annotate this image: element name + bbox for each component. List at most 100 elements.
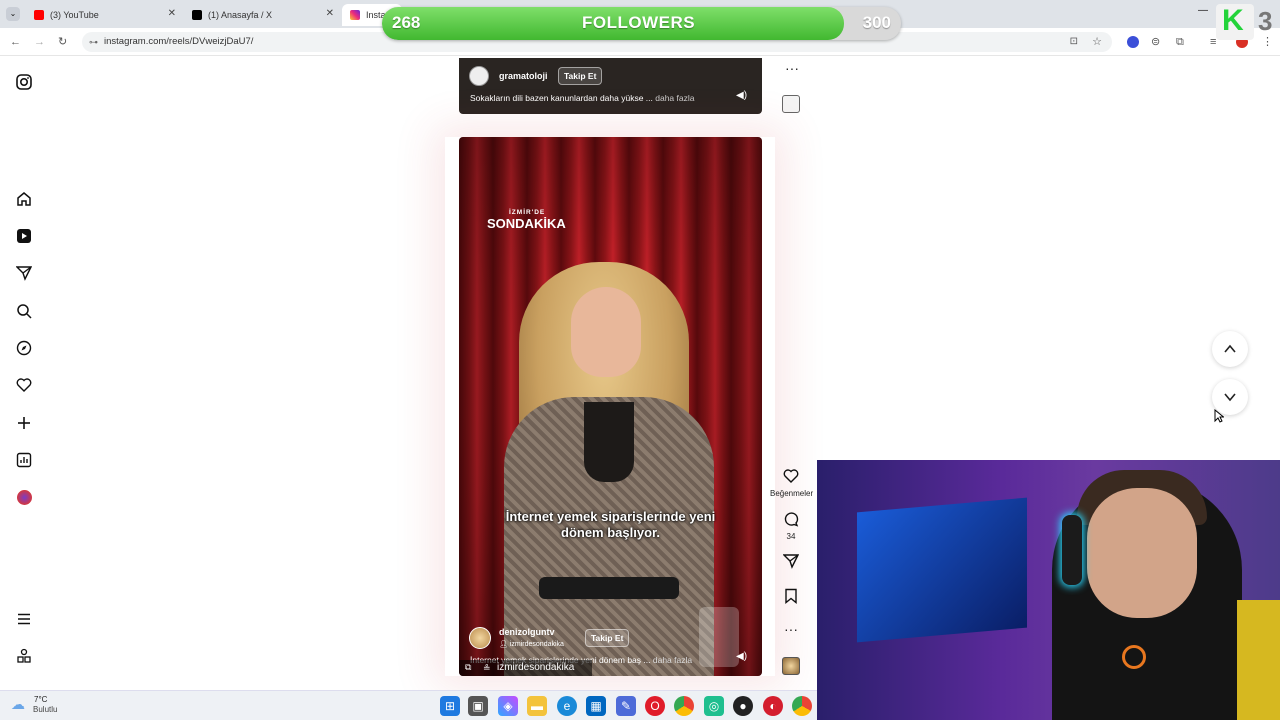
extension-icon[interactable]: ⊜	[1151, 34, 1160, 50]
tag-icon: ⧉	[465, 662, 472, 672]
close-icon[interactable]: ✕	[326, 8, 334, 19]
instagram-logo-icon[interactable]	[15, 73, 33, 91]
weather-desc: Bulutlu	[33, 705, 58, 714]
dashboard-icon[interactable]	[15, 451, 33, 469]
reels-icon[interactable]	[15, 227, 33, 245]
streamer-webcam	[817, 460, 1280, 720]
reload-icon[interactable]: ↻	[58, 34, 67, 50]
tagged-account-bar[interactable]: ⧉ ≗ izmirdesondakika	[459, 660, 592, 676]
reel-caption-text: Sokakların dili bazen kanunlardan daha y…	[470, 93, 653, 103]
stream-logo-badge: K 3	[1216, 4, 1280, 40]
app-icon[interactable]: ◐	[763, 696, 783, 716]
start-windows-icon[interactable]: ⊞	[440, 696, 460, 716]
share-icon	[770, 553, 812, 574]
more-options-icon[interactable]: ···	[785, 60, 799, 76]
tab-x[interactable]: (1) Anasayfa / X ✕	[184, 4, 340, 26]
profile-avatar[interactable]	[15, 488, 33, 506]
reel-card-current[interactable]: İZMİR'DE SONDAKİKA İnternet yemek sipari…	[459, 137, 762, 676]
chrome-icon[interactable]	[674, 696, 694, 716]
site-info-icon[interactable]: ⊶	[89, 32, 98, 52]
back-icon[interactable]: ←	[10, 34, 21, 50]
messages-icon[interactable]	[15, 264, 33, 282]
like-button[interactable]: Beğenmeler	[770, 468, 813, 498]
edge-icon[interactable]: e	[557, 696, 577, 716]
weather-cloud-icon[interactable]: ☁︎	[11, 696, 25, 713]
logo-line1: İZMİR'DE	[509, 209, 546, 216]
reel-card-previous[interactable]: gramatoloji Takip Et Sokakların dili baz…	[459, 58, 762, 114]
file-explorer-icon[interactable]: ▬	[527, 696, 547, 716]
badge-letter: K	[1222, 4, 1244, 37]
tab-youtube[interactable]: (3) YouTube ✕	[26, 4, 182, 26]
windows-taskbar: ☁︎ 7°C Bulutlu ⊞ ▣ ◈ ▬ e ▦ ✎ O ◎ ● ◐	[0, 690, 817, 720]
more-menu-icon[interactable]	[15, 610, 33, 628]
streamer-face	[1087, 488, 1197, 618]
audio-thumbnail[interactable]	[782, 95, 800, 113]
headset	[1062, 515, 1082, 585]
chrome-icon[interactable]	[792, 696, 812, 716]
follow-button[interactable]: Takip Et	[585, 629, 630, 647]
mouse-cursor-icon	[1214, 408, 1225, 428]
home-icon[interactable]	[15, 190, 33, 208]
youtube-icon	[34, 10, 44, 20]
copilot-icon[interactable]: ◈	[498, 696, 518, 716]
bookmark-icon	[770, 588, 812, 609]
reel-author-name[interactable]: denizolguntv	[499, 627, 555, 637]
sound-icon[interactable]: ◀)	[736, 651, 747, 662]
extension-icon[interactable]	[1127, 36, 1139, 48]
follow-button[interactable]: Takip Et	[558, 67, 603, 85]
reel-author-name[interactable]: gramatoloji	[499, 71, 548, 81]
url-text: instagram.com/reels/DVweizjDaU7/	[104, 36, 254, 47]
reel-author-avatar[interactable]	[469, 66, 489, 91]
tab-search-dropdown[interactable]: ⌄	[6, 7, 20, 21]
task-view-icon[interactable]: ▣	[468, 696, 488, 716]
extensions-puzzle-icon[interactable]: ⧉	[1176, 34, 1184, 50]
collab-account[interactable]: 👤︎ izmirdesondakika	[499, 640, 564, 648]
video-subtitle-line1: İnternet yemek siparişlerinde yeni	[505, 509, 716, 524]
reel-caption: Sokakların dili bazen kanunlardan daha y…	[470, 93, 730, 103]
heart-icon	[770, 468, 812, 489]
collab-name: izmirdesondakika	[509, 641, 564, 648]
followers-label: FOLLOWERS	[582, 13, 696, 32]
comment-icon	[770, 511, 812, 532]
notifications-heart-icon[interactable]	[15, 376, 33, 394]
app-icon[interactable]: ✎	[616, 696, 636, 716]
store-icon[interactable]: ▦	[586, 696, 606, 716]
comment-button[interactable]: 34	[770, 511, 812, 541]
instagram-icon	[350, 10, 360, 20]
tab-title: (1) Anasayfa / X	[208, 10, 273, 20]
obs-icon[interactable]: ●	[733, 696, 753, 716]
background-monitor	[857, 497, 1027, 643]
tagged-account-name: izmirdesondakika	[497, 662, 575, 673]
opera-icon[interactable]: O	[645, 696, 665, 716]
more-link[interactable]: daha fazla	[655, 93, 694, 103]
news-logo: İZMİR'DE SONDAKİKA	[487, 209, 566, 231]
app-icon[interactable]: ◎	[704, 696, 724, 716]
more-link[interactable]: daha fazla	[653, 655, 692, 665]
person-icon: 👤︎	[499, 641, 510, 648]
person-icon: ≗	[483, 663, 491, 673]
also-from-meta-icon[interactable]	[15, 647, 33, 665]
search-icon[interactable]	[15, 302, 33, 320]
previous-reel-button[interactable]	[1212, 331, 1248, 367]
logo-line2: SONDAKİKA	[487, 216, 566, 231]
save-button[interactable]	[770, 588, 812, 609]
explore-icon[interactable]	[15, 339, 33, 357]
more-options-icon[interactable]: ···	[770, 621, 812, 637]
sound-icon[interactable]: ◀)	[736, 90, 747, 101]
followers-current: 268	[392, 13, 421, 32]
forward-icon[interactable]: →	[34, 34, 45, 50]
install-app-icon[interactable]: ⊡	[1070, 32, 1078, 52]
chevron-up-icon	[1224, 344, 1236, 353]
presenter-face	[571, 287, 641, 377]
bookmark-star-icon[interactable]: ☆	[1092, 32, 1102, 52]
badge-number: 3	[1258, 6, 1273, 36]
close-icon[interactable]: ✕	[168, 8, 176, 19]
presenter-belt	[539, 577, 679, 599]
create-plus-icon[interactable]	[15, 414, 33, 432]
reel-author-avatar[interactable]	[469, 627, 491, 649]
chevron-down-icon	[1224, 393, 1236, 402]
share-button[interactable]	[770, 553, 812, 574]
tab-title: (3) YouTube	[50, 10, 99, 20]
audio-thumbnail[interactable]	[782, 657, 800, 675]
minimize-icon[interactable]: —	[1198, 5, 1208, 16]
